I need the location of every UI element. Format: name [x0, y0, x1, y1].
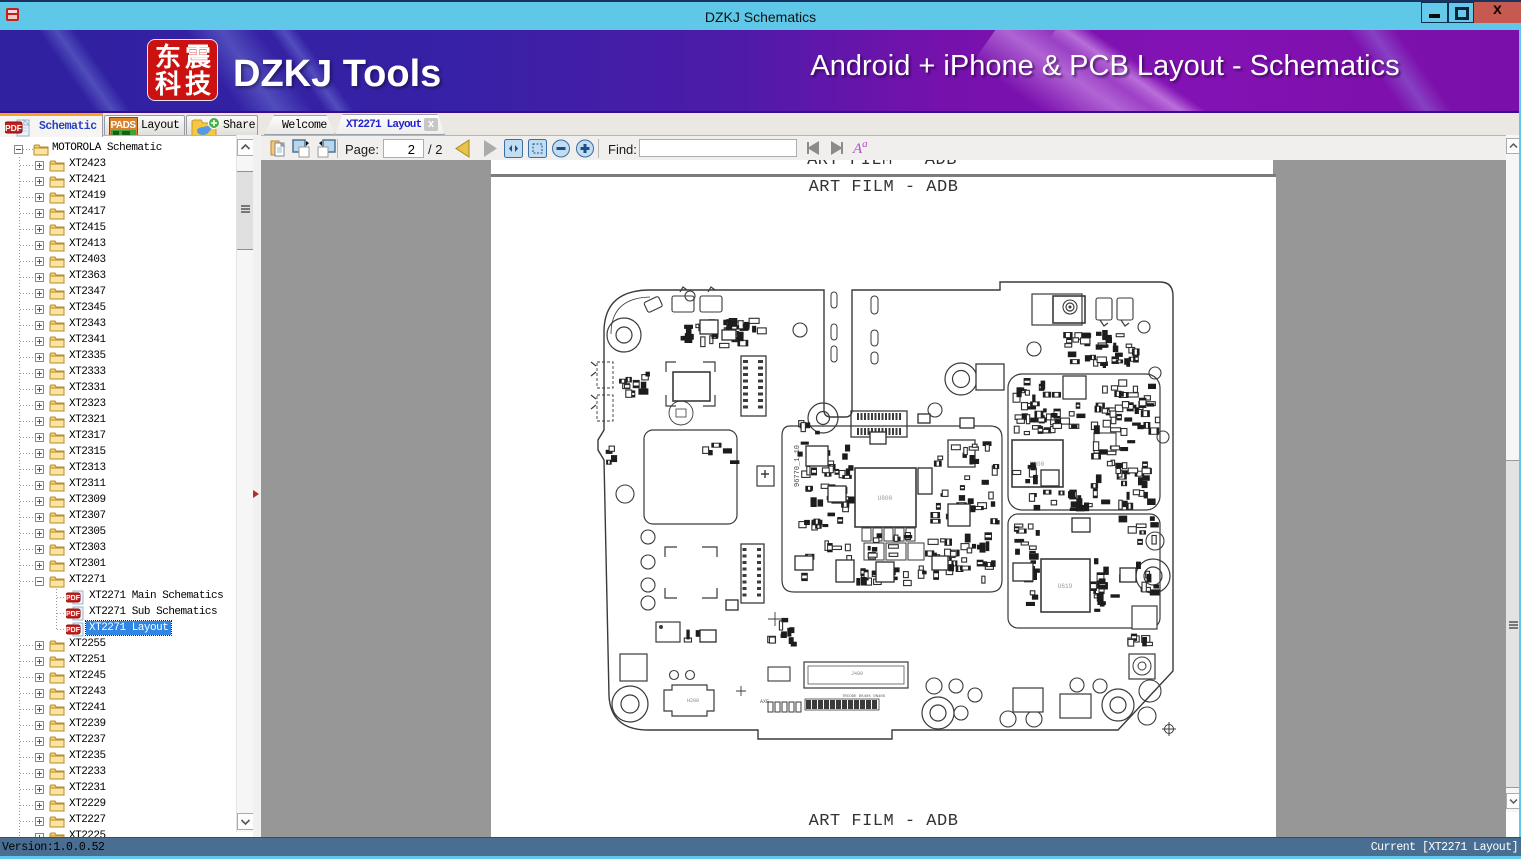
svg-text:H200: H200: [687, 698, 699, 704]
svg-text:PDF: PDF: [66, 611, 81, 618]
svg-text:TRCODE DK40X DN40X: TRCODE DK40X DN40X: [842, 695, 886, 699]
svg-text:96770_1_10: 96770_1_10: [794, 445, 802, 487]
svg-text:J400: J400: [851, 671, 863, 677]
svg-text:U800: U800: [878, 495, 893, 502]
svg-text:PADS: PADS: [110, 120, 136, 131]
svg-text:U619: U619: [1058, 583, 1073, 590]
svg-text:PDF: PDF: [5, 123, 22, 133]
svg-text:AXE: AXE: [760, 699, 769, 705]
svg-text:PDF: PDF: [66, 595, 81, 602]
svg-text:PDF: PDF: [66, 627, 81, 634]
